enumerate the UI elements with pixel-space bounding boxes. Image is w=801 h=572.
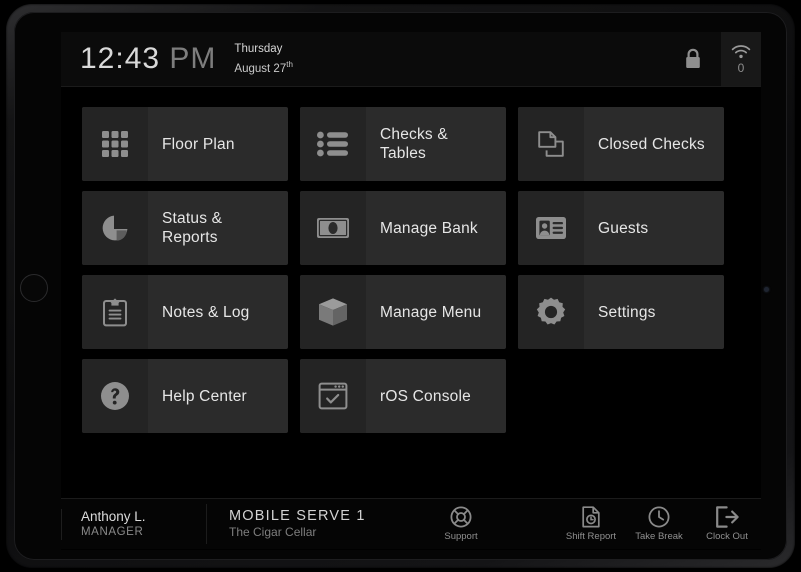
tile-manage-menu[interactable]: Manage Menu <box>300 275 506 349</box>
tile-icon-container <box>300 191 366 265</box>
wifi-icon <box>731 44 751 59</box>
venue-name: MOBILE SERVE 1 <box>229 508 366 524</box>
tile-label: Manage Menu <box>380 303 482 321</box>
home-button[interactable] <box>20 274 48 302</box>
tile-icon-container <box>82 191 148 265</box>
tile-icon-container <box>300 359 366 433</box>
status-icons: 0 <box>665 32 761 86</box>
take-break-button[interactable]: Take Break <box>625 499 693 549</box>
tile-icon-container <box>518 191 584 265</box>
tile-icon-container <box>300 275 366 349</box>
tile-manage-bank[interactable]: Manage Bank <box>300 191 506 265</box>
tile-empty-slot <box>518 359 724 433</box>
status-header: 12:43 PM Thursday August 27th 0 <box>61 32 761 87</box>
question-circle-icon <box>100 381 130 411</box>
tile-checks-tables[interactable]: Checks & Tables <box>300 107 506 181</box>
clipboard-icon <box>102 297 128 327</box>
take-break-label: Take Break <box>635 531 683 542</box>
window-check-icon <box>318 382 348 410</box>
day-of-week: Thursday <box>234 42 283 55</box>
tile-closed-checks[interactable]: Closed Checks <box>518 107 724 181</box>
user-role: MANAGER <box>81 525 144 538</box>
date-display: Thursday August 27th <box>234 42 292 77</box>
footer-bar: Anthony L. MANAGER MOBILE SERVE 1 The Ci… <box>61 498 761 549</box>
tile-floor-plan[interactable]: Floor Plan <box>82 107 288 181</box>
tile-status-reports[interactable]: Status & Reports <box>82 191 288 265</box>
grid-icon <box>100 129 130 159</box>
box-icon <box>317 296 349 328</box>
shift-report-label: Shift Report <box>565 531 617 542</box>
id-card-icon <box>535 216 567 240</box>
tile-label: Guests <box>598 219 649 237</box>
list-icon <box>317 131 349 157</box>
clock-time: 12:43 <box>80 42 161 75</box>
tile-ros-console[interactable]: rOS Console <box>300 359 506 433</box>
venue-subtitle: The Cigar Cellar <box>229 525 317 539</box>
main-content: Floor Plan Checks & Tables Closed Checks… <box>61 87 761 498</box>
tile-icon-container <box>82 275 148 349</box>
tile-label: Notes & Log <box>162 303 250 321</box>
copy-documents-icon <box>536 129 566 159</box>
clock-out-button[interactable]: Clock Out <box>693 499 761 549</box>
tile-icon-container <box>82 107 148 181</box>
lock-icon <box>684 48 702 70</box>
document-clock-icon <box>581 506 601 528</box>
tablet-device: 12:43 PM Thursday August 27th 0 Floor Pl… <box>6 4 795 568</box>
user-info[interactable]: Anthony L. MANAGER <box>61 508 206 540</box>
tile-label: Status & Reports <box>162 210 223 246</box>
tile-label: Help Center <box>162 387 247 405</box>
camera-icon <box>764 287 769 292</box>
support-button[interactable]: Support <box>427 499 495 549</box>
tile-label: Checks & Tables <box>380 126 448 162</box>
clock: 12:43 PM <box>80 44 216 74</box>
tile-label: Closed Checks <box>598 135 705 153</box>
tile-icon-container <box>82 359 148 433</box>
support-label: Support <box>444 531 478 542</box>
app-screen: 12:43 PM Thursday August 27th 0 Floor Pl… <box>61 32 761 550</box>
tile-grid: Floor Plan Checks & Tables Closed Checks… <box>82 107 740 433</box>
tile-icon-container <box>518 107 584 181</box>
tile-icon-container <box>300 107 366 181</box>
banknote-icon <box>316 217 350 239</box>
tile-icon-container <box>518 275 584 349</box>
wifi-status[interactable]: 0 <box>721 32 761 86</box>
tile-label: Floor Plan <box>162 135 235 153</box>
venue-info: MOBILE SERVE 1 The Cigar Cellar <box>207 508 366 540</box>
clock-ampm: PM <box>169 42 217 75</box>
tile-notes-log[interactable]: Notes & Log <box>82 275 288 349</box>
lock-button[interactable] <box>665 32 721 86</box>
month-day: August 27th <box>234 59 293 75</box>
user-name: Anthony L. <box>81 508 146 524</box>
tile-guests[interactable]: Guests <box>518 191 724 265</box>
footer-actions: Support Shift Report Take Break Clock Ou… <box>427 499 761 549</box>
tile-settings[interactable]: Settings <box>518 275 724 349</box>
life-ring-icon <box>450 506 472 528</box>
tile-label: Manage Bank <box>380 219 478 237</box>
date-ordinal: th <box>286 59 293 69</box>
exit-arrow-icon <box>715 506 739 528</box>
clock-out-label: Clock Out <box>706 531 748 542</box>
shift-report-button[interactable]: Shift Report <box>557 499 625 549</box>
clock-icon <box>648 506 670 528</box>
pie-chart-icon <box>100 213 130 243</box>
wifi-count: 0 <box>737 60 745 75</box>
tile-label: Settings <box>598 303 656 321</box>
gear-icon <box>535 296 567 328</box>
tile-label: rOS Console <box>380 387 471 405</box>
tile-help-center[interactable]: Help Center <box>82 359 288 433</box>
